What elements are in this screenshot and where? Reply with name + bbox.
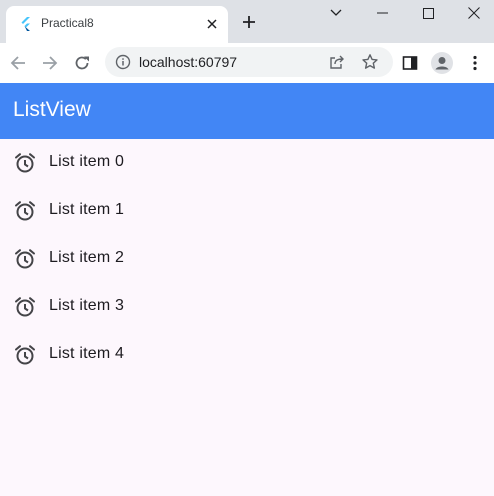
plus-icon — [243, 16, 255, 28]
profile-button[interactable] — [428, 49, 456, 77]
more-vert-icon — [473, 55, 477, 71]
list-item-label: List item 1 — [49, 201, 125, 218]
list-item-label: List item 0 — [49, 153, 125, 170]
list-item[interactable]: List item 1 — [0, 187, 494, 235]
close-icon — [468, 7, 480, 19]
alarm-icon — [15, 345, 35, 365]
profile-icon — [431, 52, 453, 74]
list-item[interactable]: List item 0 — [0, 139, 494, 187]
side-panel-button[interactable] — [396, 49, 424, 77]
list-item-label: List item 4 — [49, 345, 125, 362]
back-button[interactable] — [4, 49, 32, 77]
forward-button[interactable] — [36, 49, 64, 77]
page-title: ListView — [13, 98, 91, 121]
reload-icon — [75, 56, 89, 70]
minimize-button[interactable] — [359, 0, 405, 26]
share-icon[interactable] — [329, 54, 345, 70]
browser-tab[interactable]: Practical8 — [6, 6, 228, 43]
app-bar: ListView — [0, 83, 494, 139]
browser-toolbar: localhost:60797 — [0, 43, 494, 83]
address-bar[interactable]: localhost:60797 — [105, 47, 393, 77]
list-item[interactable]: List item 3 — [0, 283, 494, 331]
menu-button[interactable] — [461, 49, 489, 77]
tab-close-button[interactable] — [202, 14, 222, 34]
star-icon[interactable] — [361, 53, 379, 71]
back-arrow-icon — [10, 56, 25, 70]
list-item[interactable]: List item 4 — [0, 331, 494, 379]
tab-title: Practical8 — [41, 16, 94, 30]
new-tab-button[interactable] — [237, 10, 261, 34]
list-item-label: List item 2 — [49, 249, 125, 266]
alarm-icon — [15, 201, 35, 221]
close-window-button[interactable] — [451, 0, 494, 26]
maximize-icon — [422, 7, 434, 19]
list-view[interactable]: List item 0 List item 1 List item 2 List it… — [0, 139, 494, 379]
alarm-icon — [15, 153, 35, 173]
chevron-down-icon — [330, 9, 342, 16]
tab-search-button[interactable] — [313, 0, 359, 26]
info-icon[interactable] — [115, 54, 131, 70]
alarm-icon — [15, 297, 35, 317]
flutter-logo-icon — [21, 17, 30, 31]
url-text[interactable]: localhost:60797 — [139, 54, 237, 70]
browser-tab-strip: Practical8 — [0, 0, 494, 43]
maximize-button[interactable] — [405, 0, 451, 26]
alarm-icon — [15, 249, 35, 269]
forward-arrow-icon — [43, 56, 58, 70]
sidebar-icon — [402, 56, 418, 70]
reload-button[interactable] — [68, 49, 96, 77]
close-icon — [207, 19, 217, 29]
minimize-icon — [376, 12, 388, 14]
list-item-label: List item 3 — [49, 297, 125, 314]
list-item[interactable]: List item 2 — [0, 235, 494, 283]
